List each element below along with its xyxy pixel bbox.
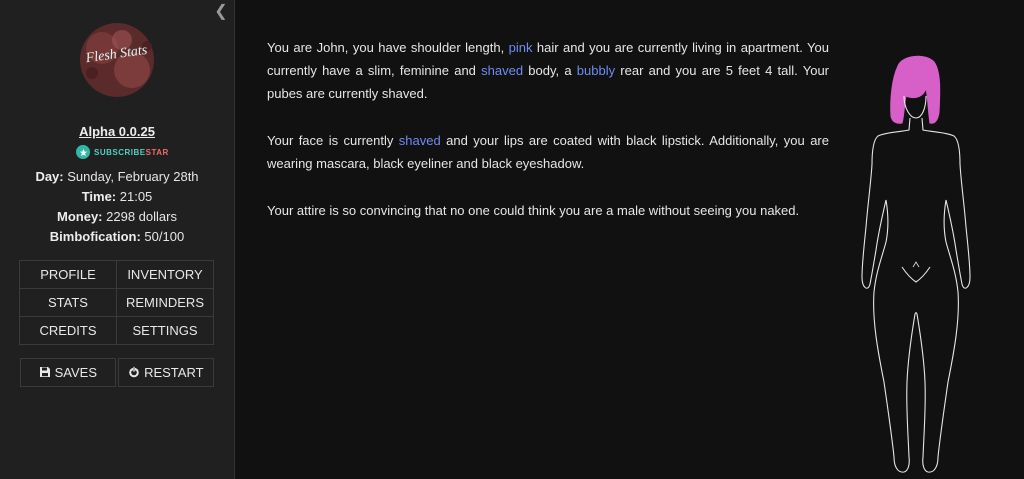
stats-button[interactable]: STATS	[19, 288, 117, 317]
restart-label: RESTART	[144, 365, 204, 380]
profile-button[interactable]: PROFILE	[19, 260, 117, 289]
highlight-shaved: shaved	[398, 133, 441, 148]
settings-button[interactable]: SETTINGS	[116, 316, 214, 345]
appearance-paragraph: You are John, you have shoulder length, …	[267, 36, 829, 105]
highlight-bubbly: bubbly	[576, 63, 616, 78]
face-paragraph: Your face is currently shaved and your l…	[267, 129, 829, 175]
subscribestar-icon	[76, 145, 90, 159]
money-row: Money: 2298 dollars	[57, 209, 177, 224]
body-silhouette	[861, 55, 971, 473]
status-panel: Day: Sunday, February 28th Time: 21:05 M…	[0, 167, 234, 247]
attire-paragraph: Your attire is so convincing that no one…	[267, 203, 800, 218]
highlight-shaved: shaved	[481, 63, 524, 78]
version-link[interactable]: Alpha 0.0.25	[0, 124, 234, 139]
restart-button[interactable]: RESTART	[118, 358, 214, 387]
sidebar: ❮ Flesh Stats Alpha 0.0.25 SUBSCRIBESTAR…	[0, 0, 235, 479]
day-row: Day: Sunday, February 28th	[35, 169, 199, 184]
chevron-left-icon[interactable]: ❮	[212, 3, 230, 21]
main-menu: PROFILE INVENTORY STATS REMINDERS CREDIT…	[19, 260, 214, 345]
story-text: You are John, you have shoulder length, …	[267, 36, 829, 246]
bimbofication-row: Bimbofication: 50/100	[49, 229, 185, 244]
story-text-segment: Your face is currently	[267, 133, 399, 148]
credits-button[interactable]: CREDITS	[19, 316, 117, 345]
story-text-segment: body, a	[523, 63, 577, 78]
save-menu: SAVES RESTART	[20, 358, 214, 387]
game-logo: Flesh Stats	[80, 23, 154, 97]
story-text-segment: You are John, you have shoulder length,	[267, 40, 509, 55]
inventory-button[interactable]: INVENTORY	[116, 260, 214, 289]
subscribestar-link[interactable]: SUBSCRIBESTAR	[76, 144, 176, 160]
reminders-button[interactable]: REMINDERS	[116, 288, 214, 317]
highlight-pink: pink	[508, 40, 533, 55]
floppy-disk-icon	[39, 367, 50, 377]
saves-label: SAVES	[54, 365, 97, 380]
power-icon	[129, 366, 140, 378]
subscribestar-label: SUBSCRIBESTAR	[94, 147, 169, 157]
hair	[890, 55, 941, 124]
saves-button[interactable]: SAVES	[20, 358, 116, 387]
time-row: Time: 21:05	[81, 189, 153, 204]
